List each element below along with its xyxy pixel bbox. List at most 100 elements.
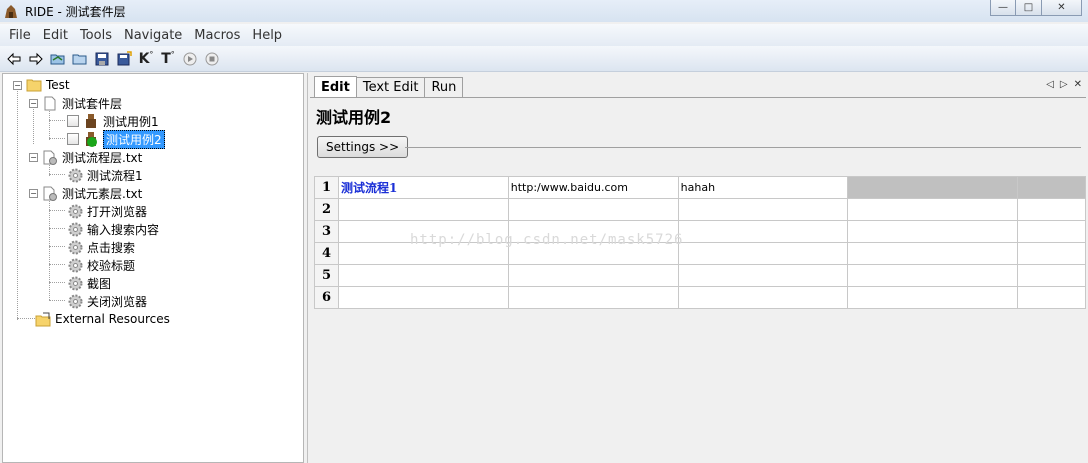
grid-cell[interactable] (507, 286, 679, 309)
gear-icon (67, 203, 83, 219)
tree-label: 截图 (87, 276, 112, 291)
grid-cell[interactable] (337, 198, 509, 221)
folder-icon (26, 77, 42, 93)
save-button[interactable] (92, 49, 112, 69)
stop-icon (205, 52, 219, 65)
row-number[interactable]: 3 (314, 220, 339, 243)
collapse-icon[interactable]: − (29, 98, 38, 108)
grid-cell[interactable] (677, 286, 849, 309)
grid-cell[interactable] (847, 286, 1019, 309)
menu-file[interactable]: File (3, 28, 37, 43)
test-checkbox[interactable] (67, 133, 79, 145)
open-button[interactable] (48, 49, 68, 69)
row-number[interactable]: 5 (314, 264, 339, 287)
tree-label: 测试流程1 (87, 168, 143, 183)
menu-edit[interactable]: Edit (37, 28, 74, 43)
grid-cell[interactable] (677, 242, 849, 265)
open-directory-button[interactable] (70, 49, 90, 69)
grid-cell[interactable]: hahah (677, 176, 849, 199)
table-row: 1 测试流程1 http:/www.baidu.com hahah (314, 176, 1086, 199)
tree-item-flow1[interactable]: 测试流程1 (67, 166, 143, 184)
row-number[interactable]: 2 (314, 198, 339, 221)
menu-help[interactable]: Help (246, 28, 288, 43)
grid-cell[interactable] (677, 220, 849, 243)
grid-cell[interactable] (677, 198, 849, 221)
collapse-icon[interactable]: − (29, 152, 38, 162)
grid-cell[interactable]: http:/www.baidu.com (507, 176, 679, 199)
grid-cell[interactable] (1017, 176, 1086, 199)
maximize-button[interactable]: □ (1016, 0, 1042, 16)
tree-item-kw2[interactable]: 输入搜索内容 (67, 220, 159, 238)
tree-label: External Resources (55, 312, 170, 326)
resource-file-icon (42, 149, 58, 165)
tab-run[interactable]: Run (424, 77, 464, 97)
grid-cell-keyword[interactable]: 测试流程1 (337, 176, 509, 199)
grid-cell[interactable] (1017, 242, 1086, 265)
save-all-icon (117, 50, 132, 65)
grid-cell[interactable] (1017, 264, 1086, 287)
gear-icon (67, 293, 83, 309)
save-all-button[interactable] (114, 49, 134, 69)
back-button[interactable] (4, 49, 24, 69)
grid-cell[interactable] (847, 220, 1019, 243)
run-button[interactable] (180, 49, 200, 69)
grid-cell[interactable] (1017, 286, 1086, 309)
grid-cell[interactable] (847, 198, 1019, 221)
gear-icon (67, 167, 83, 183)
menu-tools[interactable]: Tools (74, 28, 118, 43)
grid-cell[interactable] (337, 286, 509, 309)
grid-cell[interactable] (847, 264, 1019, 287)
watermark: http://blog.csdn.net/mask5726 (410, 232, 684, 248)
tree-item-external-resources[interactable]: External Resources (35, 310, 170, 328)
collapse-icon[interactable]: − (13, 80, 22, 90)
gear-icon (67, 257, 83, 273)
menu-bar: File Edit Tools Navigate Macros Help (0, 24, 1088, 46)
tree-item-kw1[interactable]: 打开浏览器 (67, 202, 147, 220)
tab-text-edit[interactable]: Text Edit (355, 77, 426, 97)
tree-item-elements-file[interactable]: − 测试元素层.txt (29, 184, 142, 202)
editor-tabs: Edit Text Edit Run (314, 76, 464, 97)
window-controls: — □ ✕ (990, 0, 1082, 16)
tree-label: 关闭浏览器 (87, 294, 148, 309)
row-number[interactable]: 6 (314, 286, 339, 309)
tree-label: Test (46, 78, 70, 92)
tab-edit[interactable]: Edit (314, 76, 357, 97)
minimize-button[interactable]: — (990, 0, 1016, 16)
tree-item-test[interactable]: − Test (13, 76, 70, 94)
menu-navigate[interactable]: Navigate (118, 28, 188, 43)
settings-button[interactable]: Settings >> (317, 136, 409, 158)
tree-item-kw5[interactable]: 截图 (67, 274, 111, 292)
tree-item-kw6[interactable]: 关闭浏览器 (67, 292, 147, 310)
forward-button[interactable] (26, 49, 46, 69)
search-tests-button[interactable]: T ° (158, 49, 178, 69)
collapse-icon[interactable]: − (29, 188, 38, 198)
tree-item-kw4[interactable]: 校验标题 (67, 256, 135, 274)
search-keywords-button[interactable]: K ° (136, 49, 156, 69)
tree-item-suite[interactable]: − 测试套件层 (29, 94, 122, 112)
tab-prev-icon[interactable]: ◁ (1046, 79, 1054, 90)
tab-close-icon[interactable]: ✕ (1074, 79, 1082, 90)
tree-item-case1[interactable]: 测试用例1 (67, 112, 159, 130)
grid-cell[interactable] (507, 264, 679, 287)
row-number[interactable]: 4 (314, 242, 339, 265)
table-row: 6 (314, 286, 1086, 309)
tree-item-flow-file[interactable]: − 测试流程层.txt (29, 148, 142, 166)
grid-cell[interactable] (677, 264, 849, 287)
title-bar: RIDE - 测试套件层 — □ ✕ (0, 0, 1088, 22)
row-number[interactable]: 1 (314, 176, 339, 199)
tab-next-icon[interactable]: ▷ (1060, 79, 1068, 90)
grid-cell[interactable] (847, 176, 1019, 199)
grid-cell[interactable] (1017, 220, 1086, 243)
grid-cell[interactable] (847, 242, 1019, 265)
grid-cell[interactable] (337, 264, 509, 287)
tree-item-kw3[interactable]: 点击搜索 (67, 238, 135, 256)
tree-item-case2[interactable]: 测试用例2 (67, 129, 165, 149)
grid-cell[interactable] (507, 198, 679, 221)
close-button[interactable]: ✕ (1042, 0, 1082, 16)
test-checkbox[interactable] (67, 115, 79, 127)
menu-macros[interactable]: Macros (188, 28, 246, 43)
tab-navigation: ◁ ▷ ✕ (1040, 79, 1082, 90)
stop-button[interactable] (202, 49, 222, 69)
grid-cell[interactable] (1017, 198, 1086, 221)
tree-label-selected: 测试用例2 (103, 129, 165, 149)
